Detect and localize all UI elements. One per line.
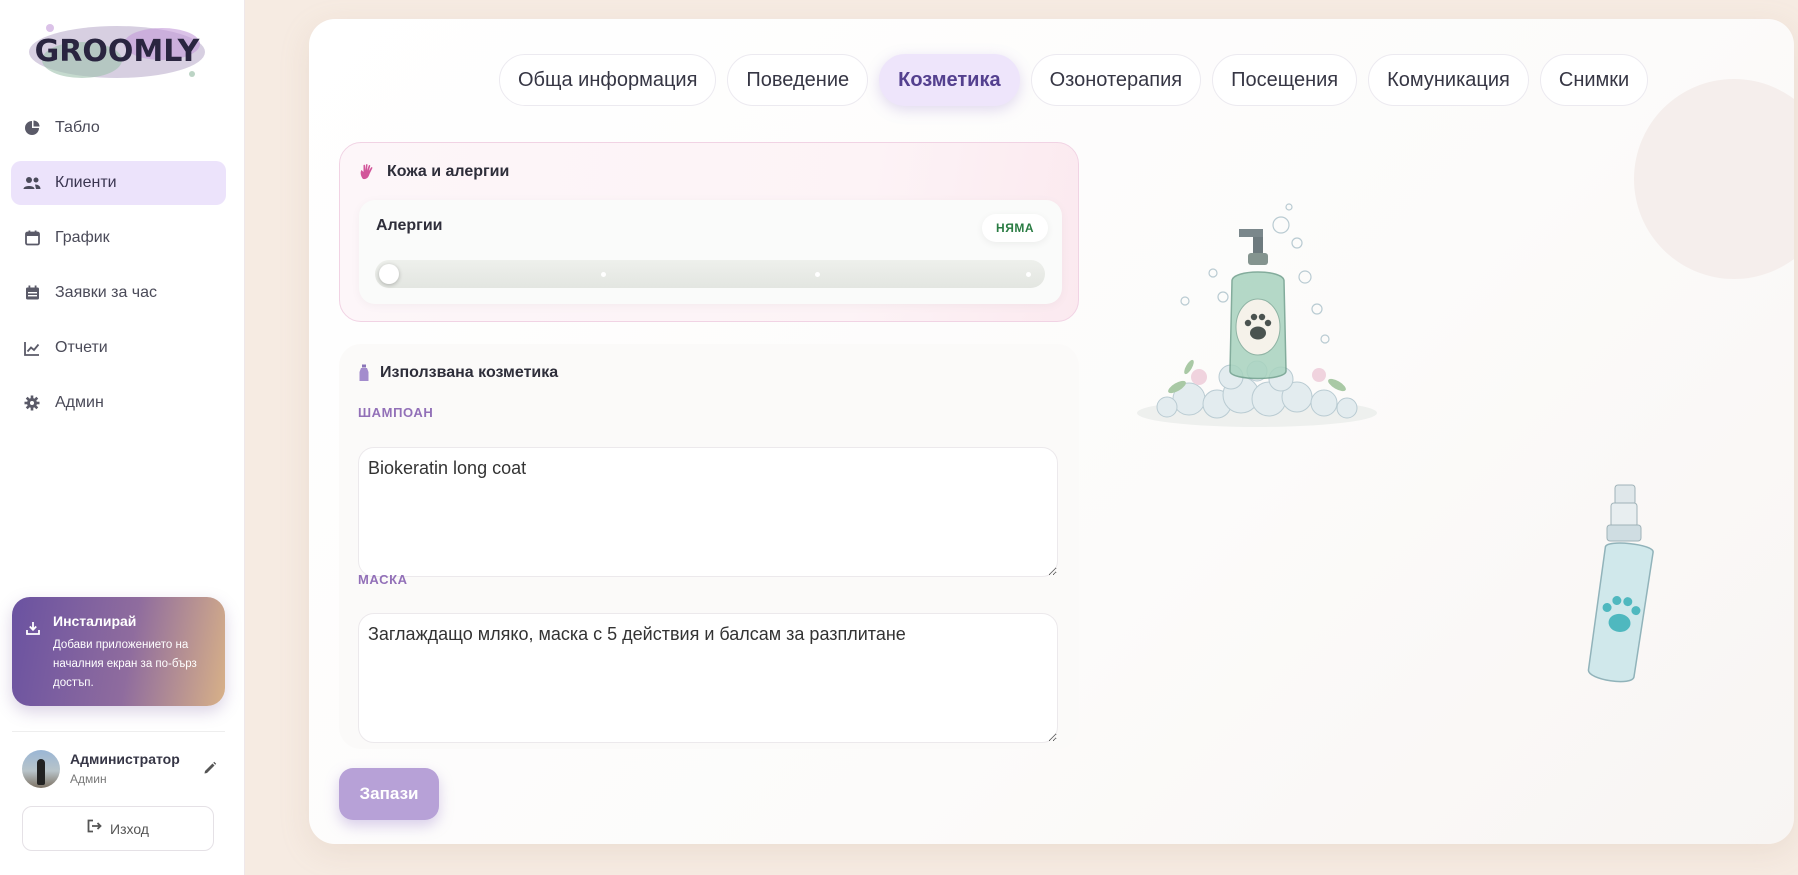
logout-label: Изход xyxy=(110,820,149,837)
sidebar-item-reports[interactable]: Отчети xyxy=(11,326,226,370)
logo-text: GROOMLY xyxy=(35,34,201,69)
tab-photos[interactable]: Снимки xyxy=(1539,54,1649,106)
skin-allergies-title: Кожа и алергии xyxy=(359,163,509,181)
user-name: Администратор xyxy=(70,751,180,767)
sidebar-item-admin[interactable]: Админ xyxy=(11,381,226,425)
slider-step-dot xyxy=(1026,272,1031,277)
logout-button[interactable]: Изход xyxy=(22,806,214,851)
allergy-level-slider[interactable] xyxy=(375,260,1045,288)
allergies-box: Алергии НЯМА xyxy=(359,200,1062,304)
sidebar-item-dashboard[interactable]: Табло xyxy=(11,106,226,150)
calendar-check-icon xyxy=(23,284,41,302)
skin-allergies-card: Кожа и алергии Алергии НЯМА xyxy=(339,142,1079,322)
slider-step-dot xyxy=(815,272,820,277)
sidebar-item-label: Админ xyxy=(55,394,104,411)
card-title-text: Кожа и алергии xyxy=(387,163,510,180)
sidebar-item-appointments[interactable]: Заявки за час xyxy=(11,271,226,315)
cosmetics-card: Използвана козметика ШАМПОАН МАСКА xyxy=(339,344,1079,749)
main-panel: Обща информация Поведение Козметика Озон… xyxy=(309,19,1794,844)
tab-general[interactable]: Обща информация xyxy=(499,54,717,106)
bottle-icon xyxy=(358,364,370,382)
install-app-card[interactable]: Инсталирай Добави приложението на началн… xyxy=(12,597,225,706)
users-icon xyxy=(23,174,41,192)
sidebar-nav: Табло Клиенти График Заявки за час Отчет… xyxy=(11,106,226,436)
sidebar-item-label: Заявки за час xyxy=(55,284,158,301)
install-title: Инсталирай xyxy=(53,613,137,629)
tab-cosmetics[interactable]: Козметика xyxy=(879,54,1020,106)
sidebar-item-label: График xyxy=(55,229,110,246)
tab-visits[interactable]: Посещения xyxy=(1212,54,1358,106)
shampoo-label: ШАМПОАН xyxy=(358,405,434,420)
line-chart-icon xyxy=(23,339,41,357)
sidebar-item-label: Клиенти xyxy=(55,174,117,191)
shampoo-bubbles-illustration xyxy=(1129,199,1389,444)
calendar-icon xyxy=(23,229,41,247)
card-title-text: Използвана козметика xyxy=(380,364,559,381)
decorative-blob xyxy=(1634,79,1794,279)
sidebar-item-label: Отчети xyxy=(55,339,108,356)
tab-behavior[interactable]: Поведение xyxy=(727,54,869,106)
gear-icon xyxy=(23,394,41,412)
sidebar-item-label: Табло xyxy=(55,119,100,136)
avatar xyxy=(22,750,60,788)
spray-bottle-illustration xyxy=(1561,479,1661,704)
logout-icon xyxy=(87,819,102,838)
allergies-status-badge: НЯМА xyxy=(982,214,1048,242)
hand-icon xyxy=(359,163,377,181)
save-button[interactable]: Запази xyxy=(339,768,439,820)
divider xyxy=(12,731,225,732)
install-description: Добави приложението на началния екран за… xyxy=(53,639,197,689)
cosmetics-title: Използвана козметика xyxy=(358,364,558,382)
shampoo-field[interactable] xyxy=(358,447,1058,577)
allergies-label: Алергии xyxy=(376,217,443,234)
download-icon xyxy=(26,621,40,640)
tab-ozone-therapy[interactable]: Озонотерапия xyxy=(1030,54,1202,106)
tab-bar: Обща информация Поведение Козметика Озон… xyxy=(499,54,1649,106)
pencil-icon[interactable] xyxy=(203,761,217,780)
groomly-logo[interactable]: GROOMLY xyxy=(22,14,212,90)
pie-chart-icon xyxy=(23,119,41,137)
mask-field[interactable] xyxy=(358,613,1058,743)
sidebar-item-schedule[interactable]: График xyxy=(11,216,226,260)
mask-label: МАСКА xyxy=(358,572,408,587)
sidebar-item-clients[interactable]: Клиенти xyxy=(11,161,226,205)
tab-communication[interactable]: Комуникация xyxy=(1368,54,1529,106)
slider-thumb[interactable] xyxy=(379,264,399,284)
sidebar: GROOMLY Табло Клиенти График Заявки за ч… xyxy=(0,0,245,875)
slider-step-dot xyxy=(601,272,606,277)
user-role: Админ xyxy=(70,772,107,786)
